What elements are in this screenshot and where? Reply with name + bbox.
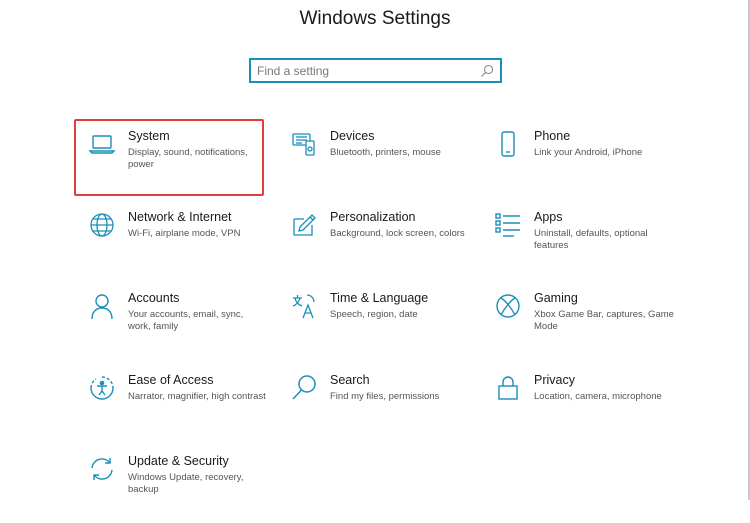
tile-description: Find my files, permissions <box>330 391 440 402</box>
tile-personalization[interactable]: Personalization Background, lock screen,… <box>278 207 468 279</box>
tile-description: Your accounts, email, sync, work, family <box>128 309 244 332</box>
page-title: Windows Settings <box>299 8 451 29</box>
tile-devices[interactable]: Devices Bluetooth, printers, mouse <box>278 126 468 198</box>
tile-description: Location, camera, microphone <box>534 391 662 402</box>
person-icon <box>88 292 116 320</box>
tile-name: System <box>128 129 170 143</box>
lock-icon <box>494 374 522 402</box>
tile-name: Network & Internet <box>128 210 232 224</box>
phone-icon <box>494 130 522 158</box>
time-language-icon <box>290 292 318 320</box>
tile-name: Privacy <box>534 373 575 387</box>
tile-name: Gaming <box>534 291 578 305</box>
tile-name: Time & Language <box>330 291 429 305</box>
xbox-icon <box>494 292 522 320</box>
sync-icon <box>88 455 116 483</box>
ease-of-access-icon <box>88 374 116 402</box>
tile-update-security[interactable]: Update & Security Windows Update, recove… <box>76 451 266 523</box>
tile-description: Background, lock screen, colors <box>330 228 465 239</box>
tile-system[interactable]: System Display, sound, notifications, po… <box>74 119 266 198</box>
tile-description: Link your Android, iPhone <box>534 147 643 158</box>
devices-icon <box>290 130 318 158</box>
apps-list-icon <box>494 211 522 239</box>
tile-name: Ease of Access <box>128 373 214 387</box>
tile-name: Update & Security <box>128 454 229 468</box>
tile-network-internet[interactable]: Network & Internet Wi-Fi, airplane mode,… <box>76 207 266 279</box>
tile-description: Display, sound, notifications, power <box>128 147 248 170</box>
tile-name: Devices <box>330 129 375 143</box>
tile-name: Phone <box>534 129 571 143</box>
tile-description: Windows Update, recovery, backup <box>128 472 244 495</box>
tile-search[interactable]: Search Find my files, permissions <box>278 370 468 442</box>
tile-description: Xbox Game Bar, captures, Game Mode <box>534 309 674 332</box>
tile-privacy[interactable]: Privacy Location, camera, microphone <box>482 370 672 442</box>
tile-phone[interactable]: Phone Link your Android, iPhone <box>482 126 672 198</box>
tile-time-language[interactable]: Time & Language Speech, region, date <box>278 288 468 360</box>
globe-icon <box>88 211 116 239</box>
tile-description: Bluetooth, printers, mouse <box>330 147 441 158</box>
tile-ease-of-access[interactable]: Ease of Access Narrator, magnifier, high… <box>76 370 266 442</box>
tile-gaming[interactable]: Gaming Xbox Game Bar, captures, Game Mod… <box>482 288 674 360</box>
magnifier-icon <box>290 374 318 402</box>
search-input[interactable] <box>251 61 479 80</box>
tile-name: Search <box>330 373 370 387</box>
tile-accounts[interactable]: Accounts Your accounts, email, sync, wor… <box>76 288 266 360</box>
tile-apps[interactable]: Apps Uninstall, defaults, optional featu… <box>482 207 672 279</box>
tile-description: Wi-Fi, airplane mode, VPN <box>128 228 241 239</box>
tile-description: Speech, region, date <box>330 309 418 320</box>
search-icon[interactable] <box>479 63 495 79</box>
laptop-icon <box>88 130 116 158</box>
tile-name: Apps <box>534 210 563 224</box>
search-box[interactable] <box>249 58 502 83</box>
tile-name: Personalization <box>330 210 416 224</box>
tile-description: Narrator, magnifier, high contrast <box>128 391 266 402</box>
tile-name: Accounts <box>128 291 180 305</box>
tile-description: Uninstall, defaults, optional features <box>534 228 648 251</box>
personalization-icon <box>290 211 318 239</box>
